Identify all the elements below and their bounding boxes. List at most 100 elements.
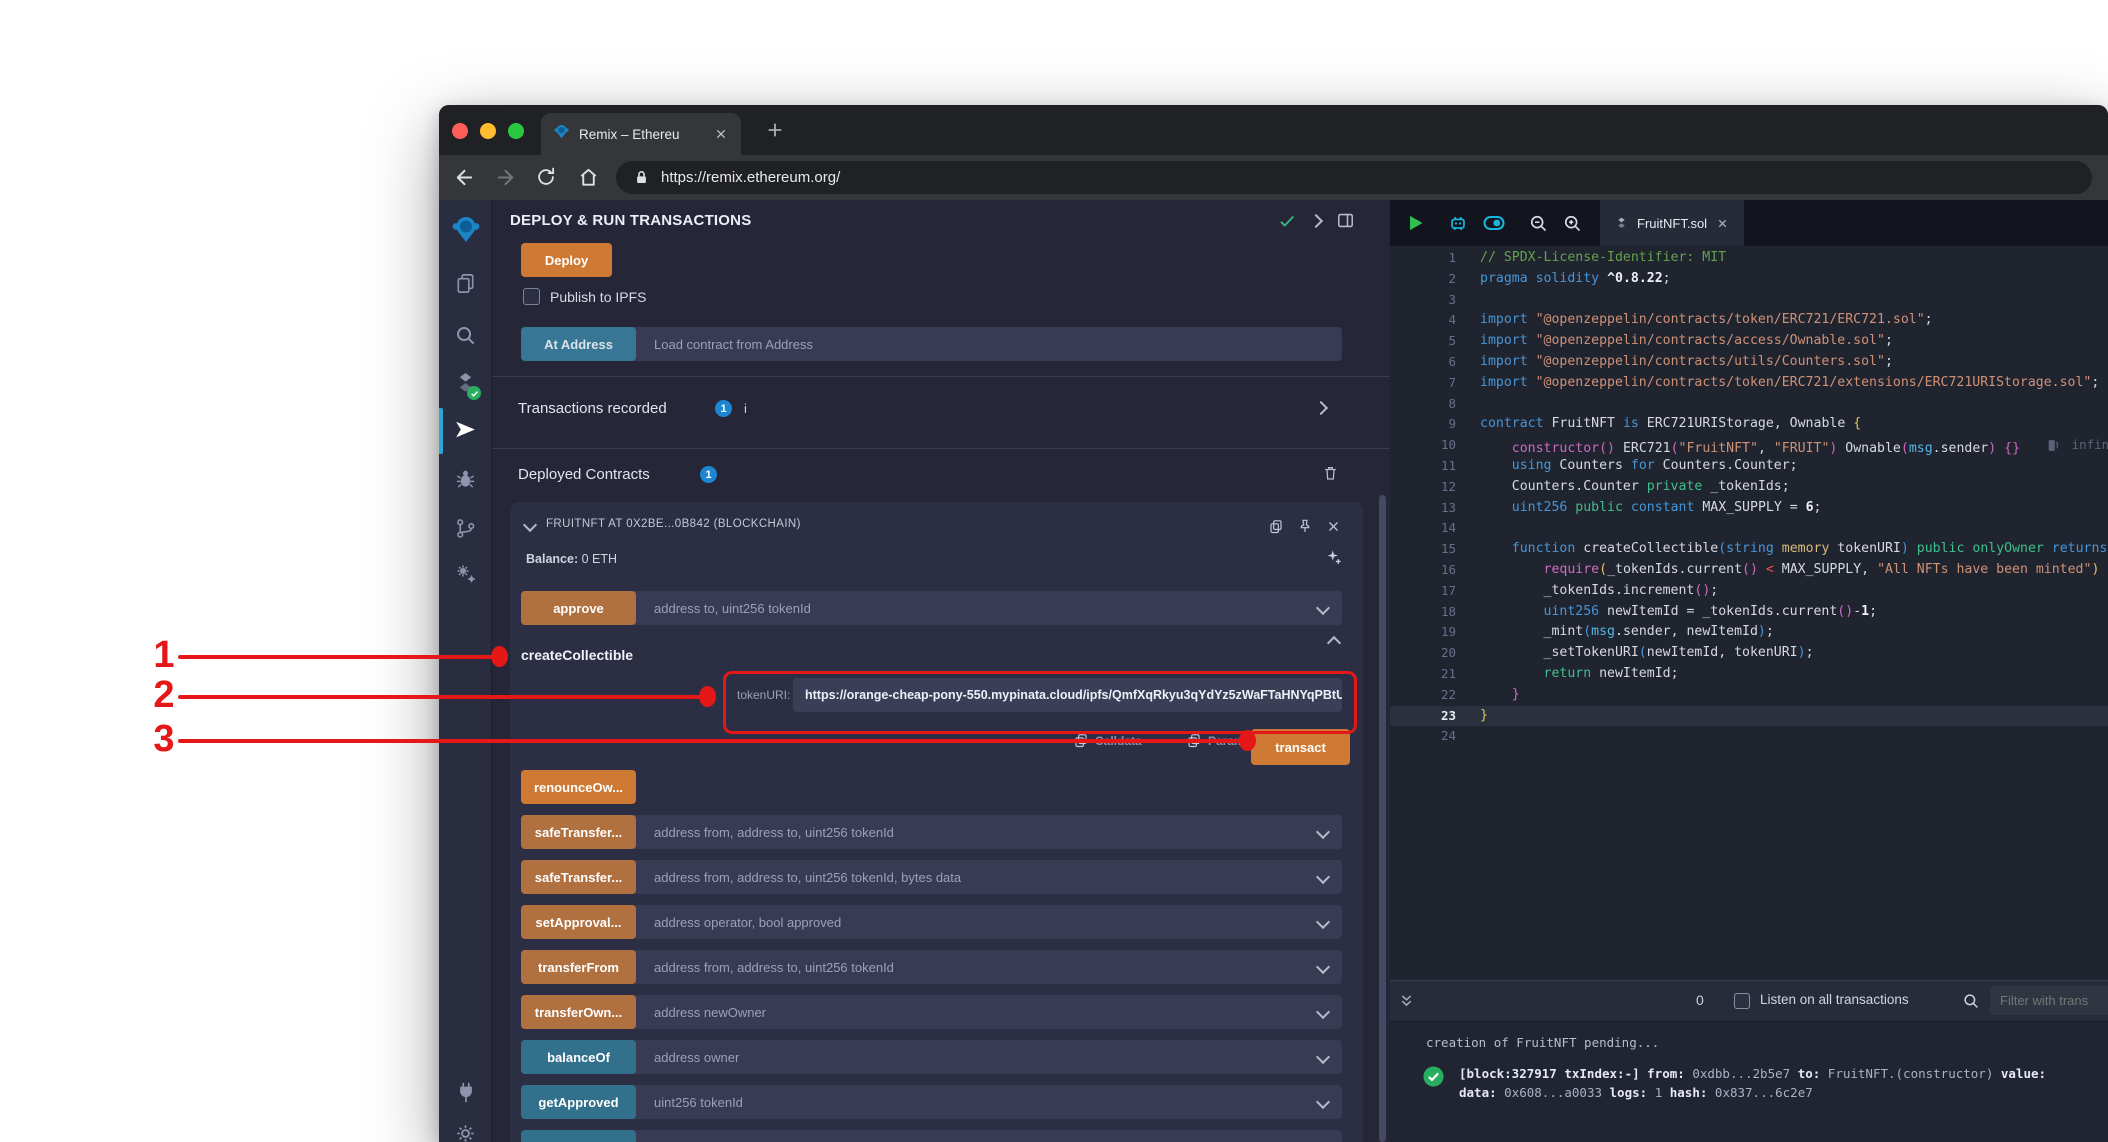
split-view-icon[interactable] <box>1336 211 1355 230</box>
balanceOf-button[interactable]: balanceOf <box>521 1040 636 1074</box>
expand-function-chevron-icon[interactable] <box>1315 959 1331 975</box>
panel-title: DEPLOY & RUN TRANSACTIONS <box>510 212 752 229</box>
function-params-input[interactable]: address from, address to, uint256 tokenI… <box>654 870 961 885</box>
safeTransfer...-button[interactable]: safeTransfer... <box>521 860 636 894</box>
listen-all-label: Listen on all transactions <box>1760 992 1909 1007</box>
publish-ipfs-checkbox[interactable] <box>523 288 540 305</box>
partial-function-row <box>521 1130 1342 1142</box>
function-params-input[interactable]: address from, address to, uint256 tokenI… <box>654 825 894 840</box>
function-params-input[interactable]: address to, uint256 tokenId <box>654 601 811 616</box>
run-script-play-icon[interactable] <box>1405 213 1425 233</box>
info-icon: i <box>744 401 747 416</box>
panel-scrollbar[interactable] <box>1379 495 1386 1142</box>
home-button[interactable] <box>577 166 600 189</box>
status-check-icon <box>1278 212 1296 230</box>
ai-assistant-robot-icon[interactable] <box>1447 212 1469 234</box>
editor-tab-fruitnft[interactable]: FruitNFT.sol <box>1600 200 1745 246</box>
setApproval...-button[interactable]: setApproval... <box>521 905 636 939</box>
sidebar-item-file-explorer-icon[interactable] <box>439 272 492 295</box>
transactions-recorded-label: Transactions recorded <box>518 400 667 417</box>
address-bar[interactable]: https://remix.ethereum.org/ <box>616 161 2092 194</box>
annotation-line-3 <box>178 739 1240 743</box>
tab-close-icon[interactable] <box>713 126 729 142</box>
create-collectible-label[interactable]: createCollectible <box>521 647 633 663</box>
transferFrom-button[interactable]: transferFrom <box>521 950 636 984</box>
transact-button[interactable]: transact <box>1251 729 1350 765</box>
approve-button[interactable]: approve <box>521 591 636 625</box>
sidebar-item-debugger-icon[interactable] <box>439 467 492 490</box>
function-params-input[interactable]: uint256 tokenId <box>654 1095 743 1110</box>
remove-contract-icon[interactable] <box>1326 519 1341 534</box>
terminal-filter-input[interactable] <box>1990 986 2108 1015</box>
terminal-collapse-icon[interactable] <box>1398 992 1415 1009</box>
renounceOw...-button[interactable]: renounceOw... <box>521 770 636 804</box>
zoom-out-icon[interactable] <box>1528 213 1549 234</box>
sidebar-item-plugin-manager-icon[interactable] <box>439 562 492 586</box>
window-minimize-button[interactable] <box>480 123 496 139</box>
renounceOw...-row: renounceOw... <box>521 770 1342 804</box>
transactions-count-badge: 1 <box>715 400 732 417</box>
sparkle-icon[interactable] <box>1324 548 1343 572</box>
back-button[interactable] <box>453 166 476 189</box>
getApproved-button[interactable]: getApproved <box>521 1085 636 1119</box>
transactions-expand-chevron-icon[interactable] <box>1313 400 1329 416</box>
sidebar-item-solidity-compiler-icon[interactable] <box>439 372 492 400</box>
expand-function-chevron-icon[interactable] <box>1315 1049 1331 1065</box>
reload-button[interactable] <box>535 166 557 188</box>
expand-function-chevron-icon[interactable] <box>1315 869 1331 885</box>
expand-function-chevron-icon[interactable] <box>1315 1004 1331 1020</box>
code-line-4: 4 import "@openzeppelin/contracts/token/E… <box>1448 312 1933 328</box>
safeTransfer...-button[interactable]: safeTransfer... <box>521 815 636 849</box>
code-line-16: 16 require(_tokenIds.current() < MAX_SUP… <box>1440 561 2100 577</box>
sidebar-item-remix-logo[interactable] <box>439 214 492 244</box>
browser-tab[interactable]: Remix – Ethereu <box>541 113 741 155</box>
window-zoom-button[interactable] <box>508 123 524 139</box>
deploy-button[interactable]: Deploy <box>521 243 612 277</box>
copy-address-icon[interactable] <box>1268 518 1284 535</box>
annotation-number-3: 3 <box>153 718 175 760</box>
code-line-21: 21 return newItemId; <box>1440 665 1679 681</box>
transaction-log[interactable]: [block:327917 txIndex:-] from: 0xdbb...2… <box>1422 1065 2046 1102</box>
expand-function-chevron-icon[interactable] <box>1315 824 1331 840</box>
contract-header: FRUITNFT AT 0X2BE...0B842 (BLOCKCHAIN) <box>546 518 801 530</box>
function-params-input[interactable]: address from, address to, uint256 tokenI… <box>654 960 894 975</box>
browser-toolbar: https://remix.ethereum.org/ <box>439 155 2108 200</box>
clear-contracts-trash-icon[interactable] <box>1322 464 1339 482</box>
sidebar-item-source-control-icon[interactable] <box>439 517 492 540</box>
forward-button[interactable] <box>494 166 517 189</box>
balance-row: Balance: 0 ETH <box>526 552 617 566</box>
pin-contract-icon[interactable] <box>1297 517 1313 535</box>
balanceOf-row: balanceOf address owner <box>521 1040 1342 1074</box>
new-tab-button[interactable] <box>764 119 786 141</box>
editor-tab-close-icon[interactable] <box>1716 217 1729 230</box>
sidebar-item-settings-gear-icon[interactable] <box>439 1122 492 1142</box>
sidebar-item-search-icon[interactable] <box>439 324 492 347</box>
contract-collapse-chevron-icon[interactable] <box>522 517 538 533</box>
expand-panel-icon[interactable] <box>1308 213 1324 228</box>
sidebar-item-deploy-run-icon[interactable] <box>439 417 492 442</box>
expand-function-chevron-icon[interactable] <box>1315 914 1331 930</box>
listen-all-checkbox[interactable] <box>1734 993 1750 1009</box>
function-button[interactable] <box>521 1130 636 1142</box>
zoom-in-icon[interactable] <box>1562 213 1583 234</box>
function-params-input[interactable]: address operator, bool approved <box>654 915 841 930</box>
code-line-12: 12 Counters.Counter private _tokenIds; <box>1440 478 1790 494</box>
terminal: 0 Listen on all transactions creation of… <box>1390 980 2108 1142</box>
expand-function-chevron-icon[interactable] <box>1315 600 1331 616</box>
lock-icon <box>632 168 651 187</box>
collapse-function-chevron-icon[interactable] <box>1326 635 1342 651</box>
annotation-dot-1 <box>491 646 508 667</box>
ai-toggle-icon[interactable] <box>1482 211 1506 235</box>
code-line-20: 20 _setTokenURI(newItemId, tokenURI); <box>1440 645 1814 661</box>
sidebar-item-plug-icon[interactable] <box>439 1080 492 1104</box>
at-address-input[interactable]: Load contract from Address <box>654 337 813 352</box>
function-params-input[interactable]: address owner <box>654 1050 739 1065</box>
window-close-button[interactable] <box>452 123 468 139</box>
transferFrom-row: transferFrom address from, address to, ui… <box>521 950 1342 984</box>
code-line-11: 11 using Counters for Counters.Counter; <box>1440 457 1798 473</box>
at-address-button[interactable]: At Address <box>521 327 636 361</box>
function-params-input[interactable]: address newOwner <box>654 1005 766 1020</box>
code-editor[interactable]: 1// SPDX-License-Identifier: MIT 2 pragma … <box>1390 246 2108 980</box>
transferOwn...-button[interactable]: transferOwn... <box>521 995 636 1029</box>
expand-function-chevron-icon[interactable] <box>1315 1094 1331 1110</box>
